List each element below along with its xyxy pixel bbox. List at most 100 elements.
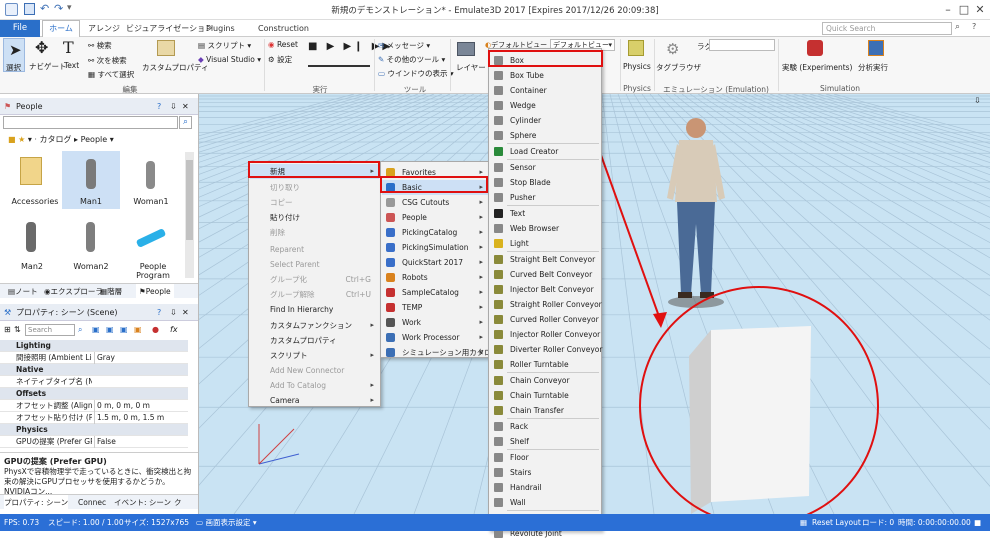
basic-menu-item[interactable]: Chain Transfer — [490, 403, 601, 418]
property-value[interactable]: False — [94, 436, 116, 448]
context-menu-item[interactable]: カスタムファンクション ▸ — [250, 318, 379, 333]
fx-icon[interactable]: fx — [170, 325, 178, 334]
basic-menu-item[interactable]: Injector Belt Conveyor — [490, 282, 601, 297]
tab-file[interactable]: File — [0, 20, 40, 37]
property-row[interactable]: 間接照明 (Ambient Lig Gray — [0, 352, 188, 364]
basic-menu-item[interactable]: Handrail — [490, 480, 601, 495]
basic-menu-item[interactable]: Wedge — [490, 98, 601, 113]
basic-menu-item[interactable]: Stairs — [490, 465, 601, 480]
basic-menu-item[interactable]: Stop Blade — [490, 175, 601, 190]
folder-icon[interactable]: ■ — [8, 135, 16, 144]
script-button[interactable]: ▤ スクリプト ▾ — [198, 40, 251, 51]
property-value[interactable]: Gray — [94, 352, 115, 364]
property-row[interactable]: GPUの提案 (Prefer GP False — [0, 436, 188, 448]
tab-events[interactable]: イベント: シーン — [114, 495, 171, 510]
basic-menu-item[interactable]: Cylinder — [490, 113, 601, 128]
lag-input[interactable] — [709, 39, 775, 51]
search-icon[interactable]: ⌕ — [78, 325, 82, 335]
physics-button[interactable]: Physics — [623, 40, 651, 74]
submenu-item[interactable]: PickingSimulation ▸ — [382, 240, 488, 255]
basic-menu-item[interactable]: Wall — [490, 495, 601, 510]
submenu-item[interactable]: QuickStart 2017 ▸ — [382, 255, 488, 270]
submenu-item[interactable]: Work Processor ▸ — [382, 330, 488, 345]
display-settings[interactable]: ▭ 画面表示設定 ▾ — [196, 514, 257, 531]
catalog-item[interactable]: People Program — [122, 216, 184, 280]
tab-construction[interactable]: Construction — [252, 20, 315, 37]
message-button[interactable]: ✉ メッセージ ▾ — [378, 40, 430, 51]
catalog-scrollbar[interactable] — [185, 152, 194, 278]
search-icon[interactable]: ⌕ — [955, 22, 960, 32]
property-row[interactable]: オフセット貼り付け (Past1.5 m, 0 m, 1.5 m — [0, 412, 188, 424]
tab-notes[interactable]: ▤ノート — [8, 284, 38, 299]
speed-slider[interactable] — [308, 65, 370, 67]
sort-icon[interactable]: ⇅ — [14, 325, 21, 334]
pin-icon[interactable]: ⇩ — [170, 304, 177, 321]
property-category[interactable]: Lighting — [0, 340, 188, 352]
property-category[interactable]: Offsets — [0, 388, 188, 400]
props-search-input[interactable]: Search — [25, 324, 75, 336]
basic-menu-item[interactable]: Roller Turntable — [490, 357, 601, 372]
catalog-item[interactable]: Accessories — [4, 151, 60, 209]
basic-menu-item[interactable]: Diverter Roller Conveyor — [490, 342, 602, 357]
search-icon[interactable]: ⌕ — [179, 116, 192, 129]
basic-menu-item[interactable]: Light — [490, 236, 601, 251]
pin-icon[interactable]: ⇩ — [974, 96, 981, 105]
breadcrumb-catalog[interactable]: カタログ — [39, 135, 71, 144]
close-icon[interactable]: ✕ — [972, 2, 988, 18]
help-icon[interactable]: ? — [157, 304, 161, 321]
submenu-item[interactable]: Robots ▸ — [382, 270, 488, 285]
settings-button[interactable]: ⚙ 設定 — [268, 54, 292, 65]
basic-menu-item[interactable]: Floor — [490, 450, 601, 465]
basic-menu-item[interactable]: Load Creator — [490, 144, 601, 159]
experiments-button[interactable]: 実験 (Experiments) — [782, 40, 852, 74]
basic-menu-item[interactable]: Shelf — [490, 434, 601, 449]
property-row[interactable]: オフセット調整 (Align O0 m, 0 m, 0 m — [0, 400, 188, 412]
basic-menu-item[interactable]: Straight Belt Conveyor — [490, 252, 601, 267]
submenu-item[interactable]: SampleCatalog ▸ — [382, 285, 488, 300]
layout-icon[interactable]: ▦ — [800, 514, 807, 531]
property-category[interactable]: Native — [0, 364, 188, 376]
tab-properties[interactable]: プロパティ: シーン — [4, 495, 69, 510]
submenu-item[interactable]: PickingCatalog ▸ — [382, 225, 488, 240]
property-category[interactable]: Physics — [0, 424, 188, 436]
maximize-icon[interactable]: □ — [956, 2, 972, 18]
tab-hierarchy[interactable]: ▦階層 — [100, 284, 122, 299]
help-icon[interactable]: ? — [157, 98, 161, 115]
other-tools-button[interactable]: ✎ その他のツール ▾ — [378, 54, 445, 65]
catalog-item[interactable]: Woman1 — [122, 151, 180, 209]
submenu-item[interactable]: People ▸ — [382, 210, 488, 225]
context-menu-item[interactable]: Camera ▸ — [250, 393, 379, 408]
submenu-item[interactable]: Work ▸ — [382, 315, 488, 330]
context-menu-item[interactable]: Find In Hierarchy — [250, 302, 379, 317]
catalog-item[interactable]: Woman2 — [62, 216, 120, 274]
close-icon[interactable]: ✕ — [182, 98, 189, 115]
context-menu-item[interactable]: 貼り付け — [250, 210, 379, 225]
property-row[interactable]: ネイティブタイプ名 (Nati — [0, 376, 188, 388]
basic-menu-item[interactable]: Pusher — [490, 190, 601, 205]
layer-button[interactable]: レイヤー — [455, 40, 486, 74]
copy-icon[interactable]: ▣ — [106, 325, 114, 334]
select-button[interactable]: ➤ 選択 — [3, 38, 25, 72]
close-icon[interactable]: ✕ — [182, 304, 189, 321]
breadcrumb-people[interactable]: People — [81, 135, 108, 144]
minimize-icon[interactable]: – — [940, 2, 956, 18]
basic-menu-item[interactable]: Curved Belt Conveyor — [490, 267, 601, 282]
tag-browser-button[interactable]: ⚙ タグブラウザ — [656, 40, 701, 74]
filter-icon[interactable]: ▣ — [120, 325, 128, 334]
tab-home[interactable]: ホーム — [42, 20, 80, 37]
analysis-button[interactable]: 分析実行 — [856, 40, 898, 74]
edit-icon[interactable]: ▣ — [134, 325, 142, 334]
star-icon[interactable]: ★ — [18, 135, 25, 144]
search-button[interactable]: ⚯ 検索 — [88, 40, 112, 51]
tab-explorer[interactable]: ◉エクスプローラ — [44, 284, 103, 299]
select-all-button[interactable]: ▦ すべて選択 — [88, 69, 134, 80]
property-value[interactable]: 1.5 m, 0 m, 1.5 m — [94, 412, 164, 424]
help-icon[interactable]: ? — [972, 22, 976, 31]
basic-menu-item[interactable]: Sphere — [490, 128, 601, 143]
basic-menu-item[interactable]: Chain Turntable — [490, 388, 601, 403]
submenu-item[interactable]: TEMP ▸ — [382, 300, 488, 315]
categorized-icon[interactable]: ⊞ — [4, 325, 11, 334]
basic-menu-item[interactable]: Text — [490, 206, 601, 221]
quick-search-input[interactable]: Quick Search — [822, 22, 952, 35]
property-value[interactable]: 0 m, 0 m, 0 m — [94, 400, 150, 412]
